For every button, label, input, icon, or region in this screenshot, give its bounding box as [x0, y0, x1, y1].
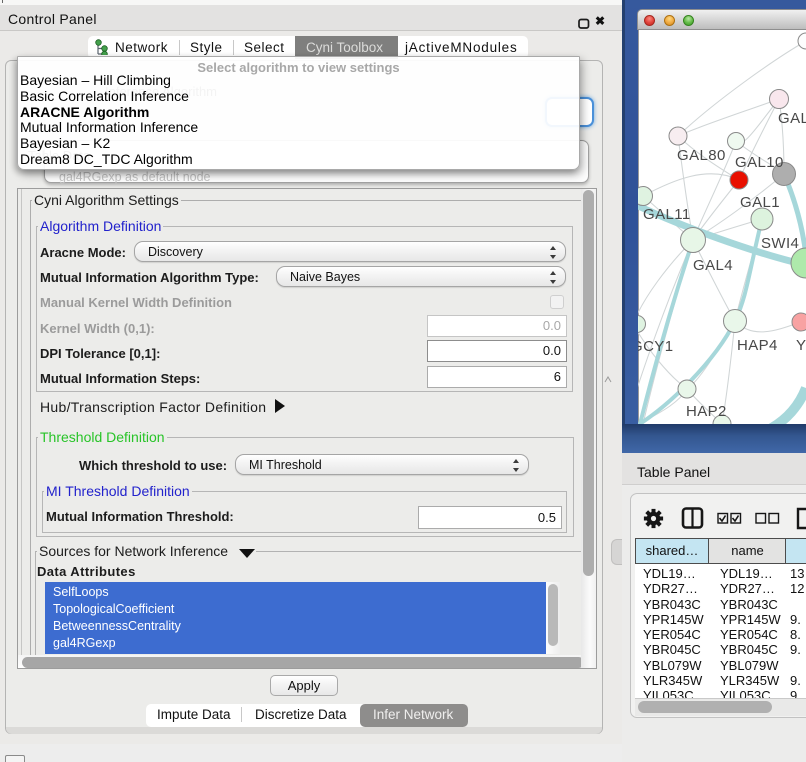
svg-text:HAP2: HAP2	[686, 403, 727, 420]
svg-text:GAL11: GAL11	[643, 206, 691, 223]
svg-text:SWI4: SWI4	[761, 235, 799, 252]
svg-text:HAP4: HAP4	[737, 337, 778, 354]
svg-text:GAL1: GAL1	[740, 194, 780, 211]
svg-text:GAL10: GAL10	[735, 154, 784, 171]
svg-text:GAL7: GAL7	[778, 110, 806, 127]
svg-text:GCY1: GCY1	[638, 338, 673, 355]
svg-text:GAL80: GAL80	[677, 147, 726, 164]
svg-text:Y: Y	[796, 337, 806, 354]
svg-text:GAL4: GAL4	[693, 257, 733, 274]
